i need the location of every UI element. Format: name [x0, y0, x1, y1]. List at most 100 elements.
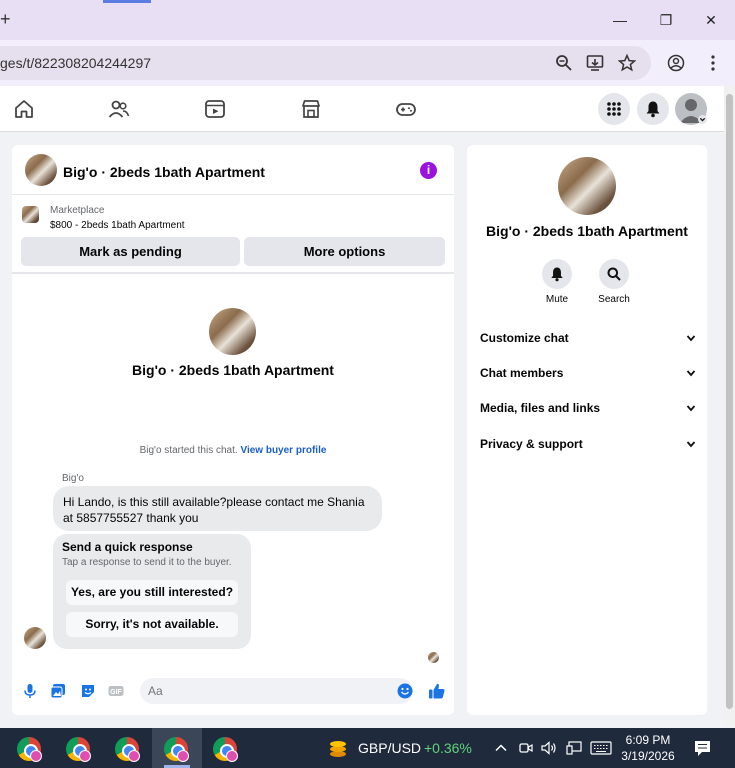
- bell-icon: [646, 101, 660, 118]
- zoom-icon[interactable]: [555, 54, 573, 72]
- menu-grid-button[interactable]: [598, 93, 630, 125]
- conversation-avatar[interactable]: [209, 308, 256, 355]
- gif-icon[interactable]: GIF: [108, 683, 124, 699]
- mark-as-pending-button[interactable]: Mark as pending: [21, 237, 240, 266]
- media-files-links-section[interactable]: Media, files and links: [480, 401, 696, 421]
- mute-action[interactable]: Mute: [527, 259, 587, 305]
- customize-chat-section[interactable]: Customize chat: [480, 331, 696, 351]
- network-icon[interactable]: [566, 741, 582, 755]
- chrome-taskbar-icon[interactable]: [213, 737, 238, 762]
- clock-time: 6:09 PM: [625, 733, 671, 747]
- section-label: Media, files and links: [480, 401, 601, 415]
- message-composer: GIF: [12, 675, 454, 709]
- marketplace-icon[interactable]: [300, 98, 322, 120]
- minimize-button[interactable]: —: [611, 11, 629, 29]
- chat-started-notice: Big'o started this chat. View buyer prof…: [12, 445, 454, 456]
- svg-text:GIF: GIF: [110, 689, 122, 696]
- listing-price[interactable]: $800 - 2beds 1bath Apartment: [50, 220, 185, 231]
- message-bubble[interactable]: Hi Lando, is this still available?please…: [53, 486, 382, 531]
- sender-name: Big'o: [62, 473, 84, 484]
- browser-menu-icon[interactable]: [704, 54, 722, 72]
- like-icon[interactable]: [428, 682, 446, 700]
- quick-response-subtitle: Tap a response to send it to the buyer.: [62, 557, 232, 568]
- chevron-down-icon: [686, 335, 696, 342]
- quick-response-card: Send a quick response Tap a response to …: [53, 534, 251, 649]
- quick-response-option[interactable]: Yes, are you still interested?: [66, 580, 238, 605]
- profile-badge-icon: [128, 750, 140, 762]
- chevron-down-icon: [686, 370, 696, 377]
- chat-header: Big'o · 2beds 1bath Apartment i: [12, 145, 454, 195]
- chrome-taskbar-icon[interactable]: [164, 737, 189, 762]
- clock-date: 3/19/2026: [621, 749, 675, 763]
- privacy-support-section[interactable]: Privacy & support: [480, 437, 696, 457]
- restore-button[interactable]: ❐: [657, 11, 675, 29]
- chevron-down-icon: [686, 405, 696, 412]
- chat-panel: Big'o · 2beds 1bath Apartment i Marketpl…: [12, 145, 454, 715]
- chat-avatar[interactable]: [25, 154, 57, 186]
- browser-titlebar: + — ❐ ✕: [0, 0, 735, 40]
- profile-badge-icon: [177, 750, 189, 762]
- url-text[interactable]: ges/t/822308204244297: [0, 55, 151, 71]
- info-icon[interactable]: i: [420, 162, 437, 179]
- info-avatar[interactable]: [558, 157, 616, 215]
- bookmark-star-icon[interactable]: [618, 54, 636, 72]
- new-tab-button[interactable]: +: [0, 9, 11, 30]
- conversation-title: Big'o · 2beds 1bath Apartment: [132, 362, 334, 378]
- page-scrollbar[interactable]: [724, 86, 735, 726]
- section-label: Customize chat: [480, 331, 569, 345]
- sender-avatar[interactable]: [24, 627, 46, 649]
- microphone-icon[interactable]: [22, 683, 38, 699]
- profile-badge-icon: [79, 750, 91, 762]
- taskbar: GBP/USD +0.36% 6:09 PM 3/19/2026: [0, 728, 735, 768]
- volume-icon[interactable]: [541, 741, 557, 755]
- meet-now-icon[interactable]: [519, 741, 533, 755]
- scrollbar-thumb[interactable]: [726, 94, 733, 709]
- notifications-button[interactable]: [637, 93, 669, 125]
- chrome-taskbar-icon[interactable]: [115, 737, 140, 762]
- notification-center-icon[interactable]: [694, 740, 711, 757]
- close-window-button[interactable]: ✕: [702, 11, 720, 29]
- home-icon[interactable]: [13, 98, 35, 120]
- chrome-taskbar-icon[interactable]: [66, 737, 91, 762]
- photo-icon[interactable]: [50, 683, 66, 699]
- search-action[interactable]: Search: [584, 259, 644, 305]
- ticker-pair[interactable]: GBP/USD: [358, 740, 421, 756]
- mute-label: Mute: [545, 294, 569, 305]
- chat-title[interactable]: Big'o · 2beds 1bath Apartment: [63, 164, 265, 180]
- chat-members-section[interactable]: Chat members: [480, 366, 696, 386]
- install-app-icon[interactable]: [586, 54, 604, 72]
- chevron-up-icon[interactable]: [495, 742, 507, 754]
- friends-icon[interactable]: [108, 98, 130, 120]
- video-icon[interactable]: [204, 98, 226, 120]
- profile-badge-icon: [30, 750, 42, 762]
- chrome-taskbar-icon[interactable]: [17, 737, 42, 762]
- quick-response-option[interactable]: Sorry, it's not available.: [66, 612, 238, 637]
- gaming-icon[interactable]: [395, 98, 417, 120]
- listing-bar: Marketplace $800 - 2beds 1bath Apartment…: [12, 196, 454, 274]
- view-buyer-profile-link[interactable]: View buyer profile: [240, 445, 326, 456]
- menu-grid-icon: [607, 102, 621, 116]
- account-chevron-icon[interactable]: [698, 115, 707, 124]
- quick-response-title: Send a quick response: [62, 540, 193, 554]
- address-bar[interactable]: ges/t/822308204244297: [0, 46, 651, 80]
- started-text: Big'o started this chat.: [139, 445, 238, 456]
- ticker-change[interactable]: +0.36%: [424, 740, 472, 756]
- stocks-icon[interactable]: [327, 737, 349, 759]
- sticker-icon[interactable]: [80, 683, 96, 699]
- more-options-button[interactable]: More options: [244, 237, 445, 266]
- bell-icon: [551, 267, 563, 282]
- message-input[interactable]: [140, 678, 413, 704]
- listing-thumbnail[interactable]: [22, 206, 39, 223]
- section-label: Chat members: [480, 366, 564, 380]
- profile-icon[interactable]: [667, 54, 685, 72]
- info-name: Big'o · 2beds 1bath Apartment: [486, 223, 688, 239]
- mute-button[interactable]: [542, 259, 572, 289]
- facebook-navbar: [0, 86, 724, 132]
- chat-info-panel: Big'o · 2beds 1bath Apartment Mute Searc…: [467, 145, 707, 715]
- system-clock[interactable]: 6:09 PM 3/19/2026: [618, 732, 678, 764]
- keyboard-icon[interactable]: [590, 741, 612, 755]
- search-icon: [607, 267, 621, 281]
- section-label: Privacy & support: [480, 437, 583, 451]
- search-button[interactable]: [599, 259, 629, 289]
- emoji-icon[interactable]: [397, 683, 413, 699]
